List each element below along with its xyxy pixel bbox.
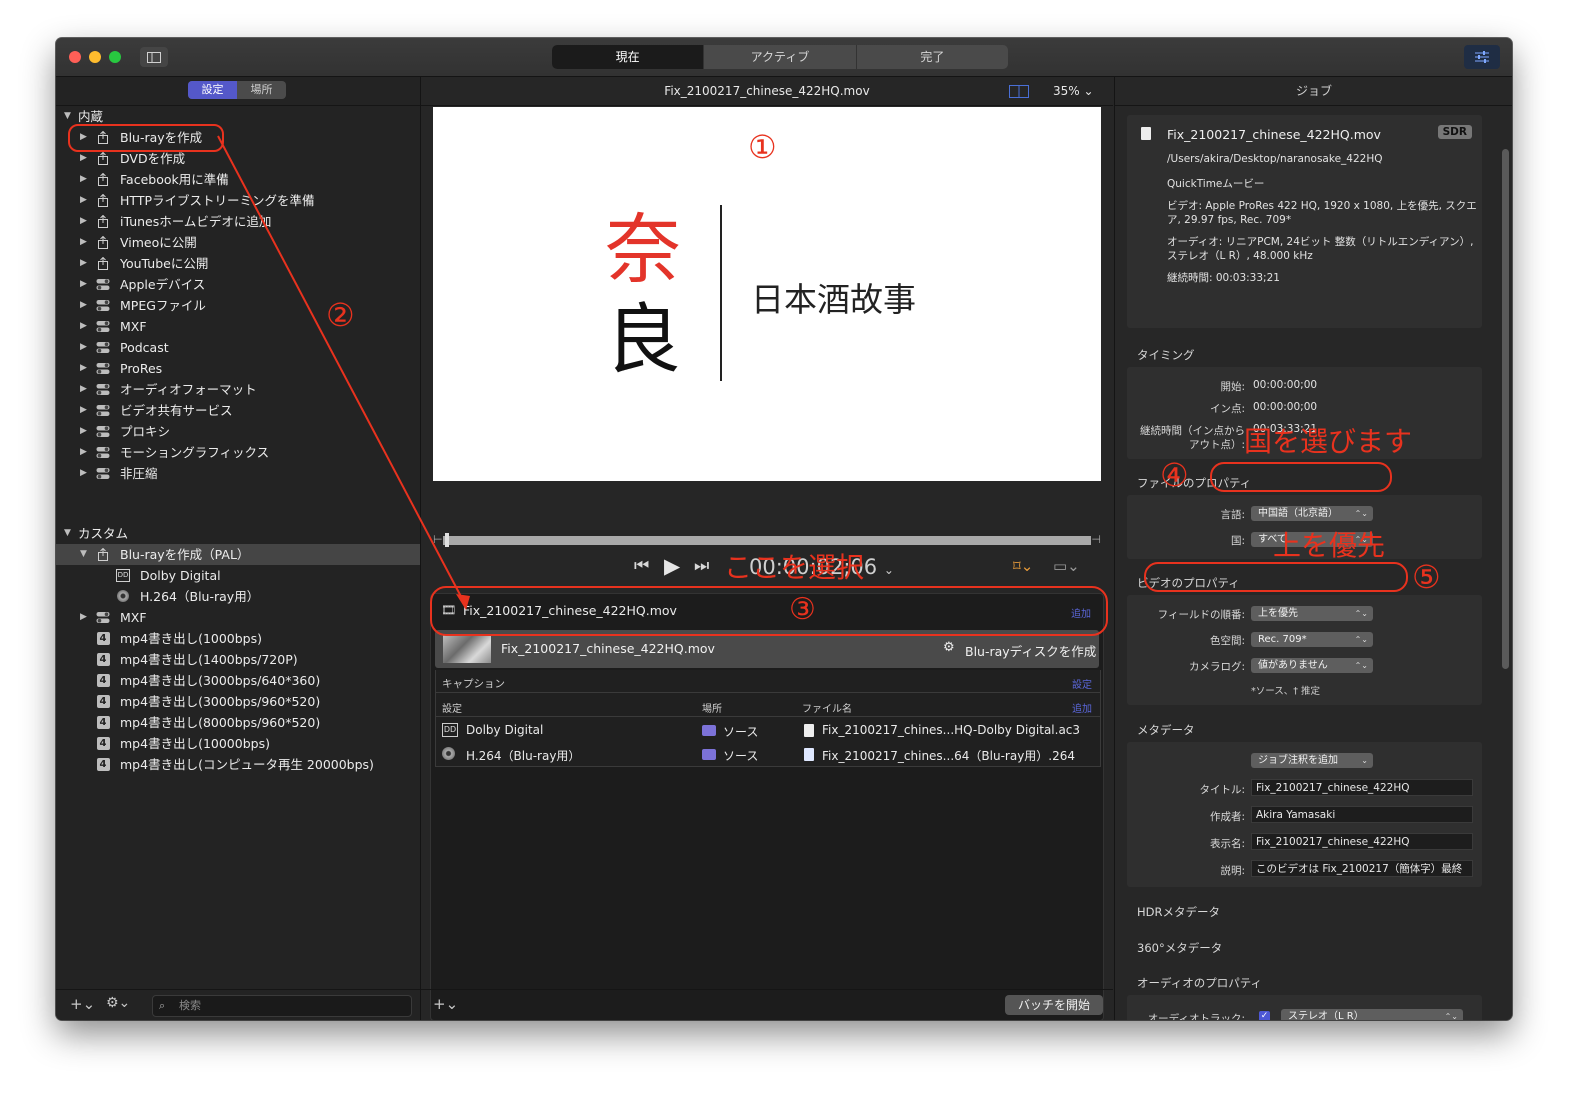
annotation-number-4: ④	[1160, 456, 1189, 494]
annotation-number-3: ③	[789, 592, 816, 627]
annotation-number-5: ⑤	[1412, 558, 1441, 596]
annotation-box-field-order	[1144, 562, 1408, 592]
annotation-choose-country: 国を選びます	[1244, 425, 1413, 458]
annotation-box-language	[1210, 462, 1392, 492]
annotation-number-1: ①	[748, 128, 777, 166]
annotation-box-output	[430, 586, 1108, 636]
annotation-upper-first: 上を優先	[1273, 529, 1386, 562]
annotation-select-here: ここを選択	[724, 551, 865, 584]
annotation-number-2: ②	[326, 296, 355, 334]
